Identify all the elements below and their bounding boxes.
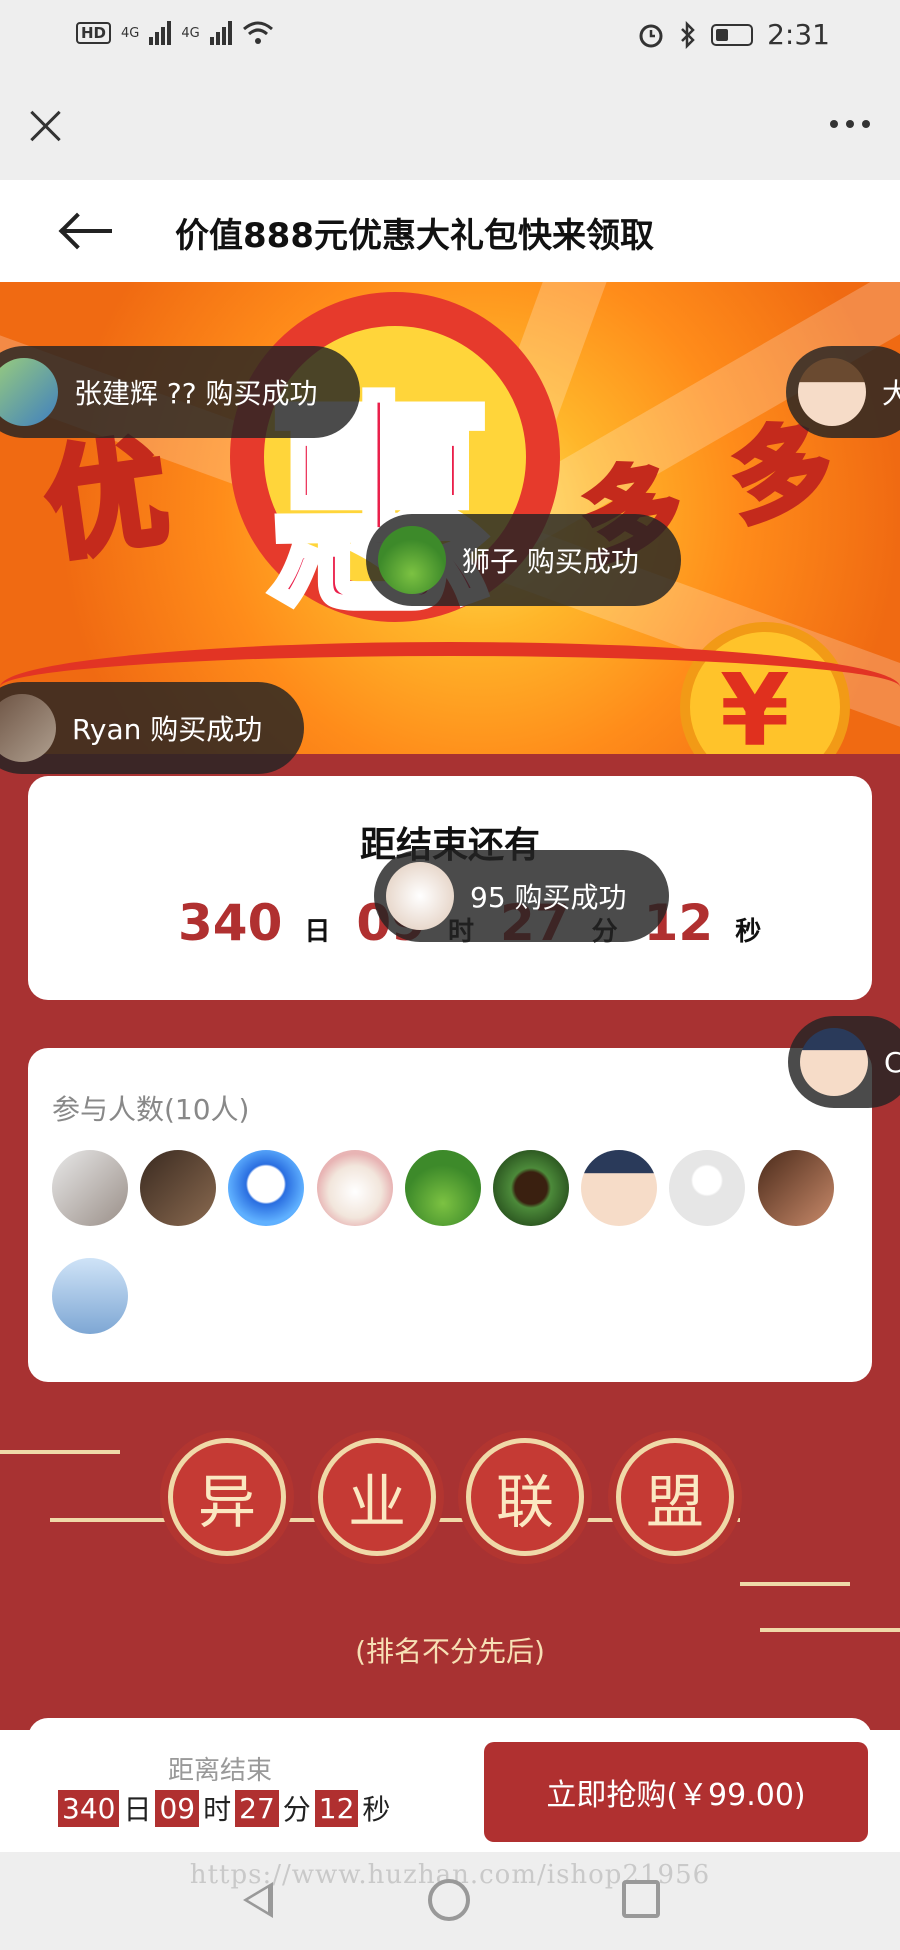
bluetooth-icon	[681, 20, 695, 49]
participant-avatar[interactable]	[52, 1258, 128, 1334]
wifi-icon	[242, 21, 273, 44]
toast-avatar	[0, 358, 58, 426]
nav-recent-apps-icon[interactable]	[622, 1880, 660, 1918]
page-title: 价值888元优惠大礼包快来领取	[175, 216, 654, 256]
purchase-toast: 张建辉 ?? 购买成功	[0, 346, 360, 438]
alliance-char: 异	[168, 1438, 286, 1556]
participant-avatar[interactable]	[52, 1150, 128, 1226]
purchase-toast: Ryan 购买成功	[0, 682, 305, 774]
alarm-icon	[639, 24, 663, 47]
participant-avatar[interactable]	[669, 1150, 745, 1226]
bottom-countdown-timer: 340 日 09 时 27 分 12 秒	[58, 1788, 394, 1828]
bottom-countdown-second-unit: 秒	[362, 1793, 391, 1826]
toast-text: 大	[882, 377, 900, 410]
alliance-char: 盟	[616, 1438, 734, 1556]
toast-text: 张建辉 ?? 购买成功	[74, 377, 318, 410]
signal-icon	[149, 21, 172, 45]
toast-avatar	[0, 694, 56, 762]
toast-text: 95 购买成功	[470, 881, 627, 914]
countdown-second-unit: 秒	[735, 917, 762, 947]
participant-avatar[interactable]	[493, 1150, 569, 1226]
participant-avatar[interactable]	[758, 1150, 834, 1226]
battery-icon	[711, 23, 754, 46]
bottom-countdown-seconds: 12	[314, 1789, 359, 1827]
bottom-countdown-days: 340	[58, 1789, 120, 1827]
participant-avatar[interactable]	[581, 1150, 657, 1226]
nav-back-icon[interactable]	[243, 1882, 273, 1918]
participant-avatar[interactable]	[140, 1150, 216, 1226]
nav-home-icon[interactable]	[428, 1879, 470, 1921]
toast-avatar	[800, 1028, 868, 1096]
back-arrow-icon[interactable]	[58, 210, 114, 250]
rank-note: (排名不分先后)	[355, 1635, 545, 1668]
alliance-char: 业	[318, 1438, 436, 1556]
toast-avatar	[386, 862, 454, 930]
countdown-day-unit: 日	[304, 917, 331, 947]
signal-icon	[209, 21, 232, 45]
clock: 2:31	[767, 18, 830, 51]
status-right: 2:31	[637, 18, 830, 51]
bottom-countdown-minute-unit: 分	[282, 1793, 311, 1826]
purchase-toast: 大	[786, 346, 900, 438]
decorative-line	[0, 1450, 120, 1454]
participant-avatar[interactable]	[405, 1150, 481, 1226]
purchase-toast: 狮子 购买成功	[366, 514, 681, 606]
hd-icon: HD	[76, 22, 112, 44]
bottom-countdown-label: 距离结束	[168, 1756, 273, 1786]
decorative-line	[50, 1518, 170, 1522]
toast-text: Ryan 购买成功	[72, 713, 263, 746]
page-header: 价值888元优惠大礼包快来领取	[0, 180, 900, 282]
app-top-bar	[0, 70, 900, 180]
purchase-toast: C	[788, 1016, 900, 1108]
more-options-icon[interactable]	[830, 120, 870, 128]
bottom-countdown-hours: 09	[155, 1789, 200, 1827]
bottom-countdown-hour-unit: 时	[203, 1793, 232, 1826]
signal-label-2: 4G	[181, 25, 200, 41]
system-nav-bar: https://www.huzhan.com/ishop21956	[0, 1852, 900, 1950]
countdown-days: 340	[178, 894, 283, 952]
alliance-char: 联	[466, 1438, 584, 1556]
buy-now-button[interactable]: 立即抢购(￥99.00)	[484, 1742, 868, 1842]
signal-label-1: 4G	[121, 25, 140, 41]
toast-avatar	[378, 526, 446, 594]
participants-card: 参与人数(10人)	[28, 1048, 872, 1382]
bottom-purchase-bar: 距离结束 340 日 09 时 27 分 12 秒 立即抢购(￥99.00)	[0, 1730, 900, 1852]
participants-count-label: 参与人数(10人)	[52, 1093, 250, 1126]
purchase-toast: 95 购买成功	[374, 850, 669, 942]
status-left: HD 4G 4G	[76, 20, 274, 46]
toast-text: C	[884, 1045, 900, 1079]
bottom-countdown-day-unit: 日	[123, 1793, 152, 1826]
close-icon[interactable]	[26, 106, 66, 146]
status-bar: HD 4G 4G 2:31	[0, 0, 900, 70]
toast-text: 狮子 购买成功	[462, 545, 639, 578]
toast-avatar	[798, 358, 866, 426]
participant-avatar[interactable]	[317, 1150, 393, 1226]
bottom-countdown-minutes: 27	[235, 1789, 279, 1827]
participant-avatar[interactable]	[228, 1150, 304, 1226]
decorative-line	[740, 1582, 850, 1586]
